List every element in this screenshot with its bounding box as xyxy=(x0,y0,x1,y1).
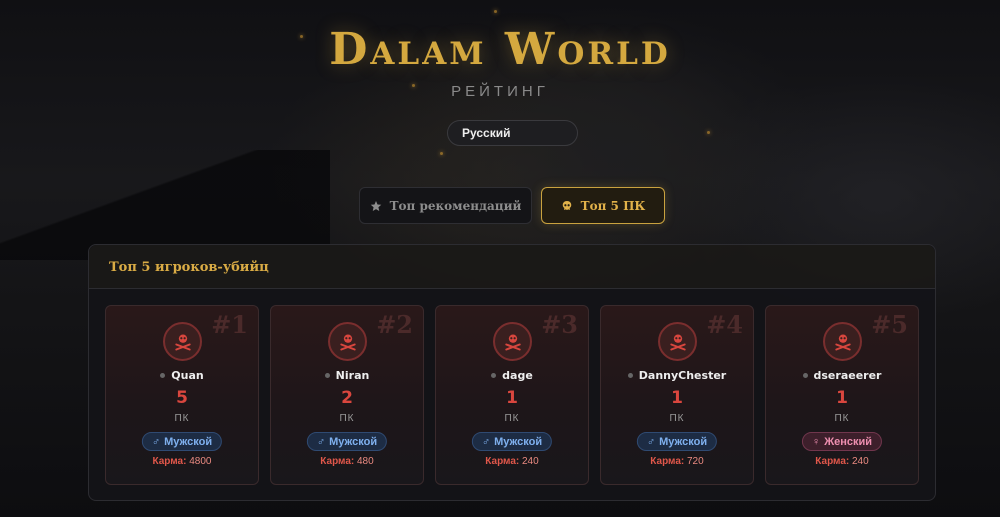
player-name: DannyChester xyxy=(638,369,727,382)
male-icon: ♂ xyxy=(316,435,326,448)
skull-crossbones-icon xyxy=(658,322,697,361)
pk-count: 5 xyxy=(176,388,188,408)
status-dot xyxy=(160,373,166,378)
tab-label: Топ 5 ПК xyxy=(580,198,646,213)
skull-icon xyxy=(562,200,571,210)
skull-crossbones-icon xyxy=(493,322,532,361)
pk-label: ПК xyxy=(834,413,850,424)
karma-label: Карма: xyxy=(815,456,850,467)
player-cards: #1 Quan 5 ПК ♂ Мужской Карма: 4800 #2 Nir… xyxy=(105,305,919,485)
gender-label: Мужской xyxy=(494,435,543,448)
gender-badge: ♀ Женский xyxy=(801,432,883,451)
tab-top-recommendations[interactable]: Топ рекомендаций xyxy=(359,187,532,224)
karma-value: Карма: 720 xyxy=(601,456,753,467)
player-card[interactable]: #3 dage 1 ПК ♂ Мужской Карма: 240 xyxy=(435,305,589,485)
player-name: Quan xyxy=(171,369,204,382)
gender-label: Женский xyxy=(824,435,873,448)
male-icon: ♂ xyxy=(646,435,656,448)
female-icon: ♀ xyxy=(811,435,821,448)
player-card[interactable]: #5 dseraeerer 1 ПК ♀ Женский Карма: 240 xyxy=(765,305,919,485)
status-dot xyxy=(802,373,808,378)
pk-label: ПК xyxy=(669,413,685,424)
tab-label: Топ рекомендаций xyxy=(389,198,522,213)
page-title: Dalam World xyxy=(329,24,671,75)
pk-count: 1 xyxy=(836,388,848,408)
skull-crossbones-icon xyxy=(163,322,202,361)
karma-number: 240 xyxy=(852,456,869,467)
ember-sparkle xyxy=(494,10,497,13)
player-card[interactable]: #4 DannyChester 1 ПК ♂ Мужской Карма: 720 xyxy=(600,305,754,485)
tab-top-pk[interactable]: Топ 5 ПК xyxy=(541,187,665,224)
karma-number: 4800 xyxy=(189,456,212,467)
gender-label: Мужской xyxy=(659,435,708,448)
pk-count: 1 xyxy=(671,388,683,408)
gender-label: Мужской xyxy=(164,435,213,448)
rank-number: #5 xyxy=(871,310,908,339)
pk-label: ПК xyxy=(339,413,355,424)
pk-label: ПК xyxy=(174,413,190,424)
pk-count: 1 xyxy=(506,388,518,408)
rank-number: #2 xyxy=(376,310,413,339)
player-card[interactable]: #2 Niran 2 ПК ♂ Мужской Карма: 480 xyxy=(270,305,424,485)
star-icon xyxy=(370,200,381,211)
player-name: dseraeerer xyxy=(813,369,882,382)
player-name: dage xyxy=(502,369,533,382)
page-subtitle: РЕЙТИНГ xyxy=(451,83,549,100)
top-pk-panel: Топ 5 игроков-убийц #1 Quan 5 ПК ♂ Мужско… xyxy=(88,244,936,501)
gender-label: Мужской xyxy=(329,435,378,448)
karma-number: 240 xyxy=(522,456,539,467)
gender-badge: ♂ Мужской xyxy=(141,432,223,451)
gender-badge: ♂ Мужской xyxy=(636,432,718,451)
gender-badge: ♂ Мужской xyxy=(471,432,553,451)
karma-label: Карма: xyxy=(152,456,187,467)
male-icon: ♂ xyxy=(151,435,161,448)
pk-count: 2 xyxy=(341,388,353,408)
panel-title: Топ 5 игроков-убийц xyxy=(89,245,935,289)
player-name: Niran xyxy=(335,369,370,382)
karma-label: Карма: xyxy=(320,456,355,467)
male-icon: ♂ xyxy=(481,435,491,448)
status-dot xyxy=(491,373,497,378)
rank-number: #1 xyxy=(211,310,248,339)
karma-value: Карма: 240 xyxy=(766,456,918,467)
player-card[interactable]: #1 Quan 5 ПК ♂ Мужской Карма: 4800 xyxy=(105,305,259,485)
status-dot xyxy=(627,373,633,378)
pk-label: ПК xyxy=(504,413,520,424)
skull-crossbones-icon xyxy=(823,322,862,361)
karma-value: Карма: 240 xyxy=(436,456,588,467)
gender-badge: ♂ Мужской xyxy=(306,432,388,451)
karma-number: 480 xyxy=(357,456,374,467)
skull-crossbones-icon xyxy=(328,322,367,361)
karma-label: Карма: xyxy=(485,456,520,467)
karma-value: Карма: 480 xyxy=(271,456,423,467)
ember-sparkle xyxy=(707,131,710,134)
ember-sparkle xyxy=(440,152,443,155)
rank-number: #4 xyxy=(706,310,743,339)
karma-label: Карма: xyxy=(650,456,685,467)
rank-number: #3 xyxy=(541,310,578,339)
karma-value: Карма: 4800 xyxy=(106,456,258,467)
language-select[interactable]: Русский xyxy=(447,120,578,146)
status-dot xyxy=(324,373,330,378)
karma-number: 720 xyxy=(687,456,704,467)
